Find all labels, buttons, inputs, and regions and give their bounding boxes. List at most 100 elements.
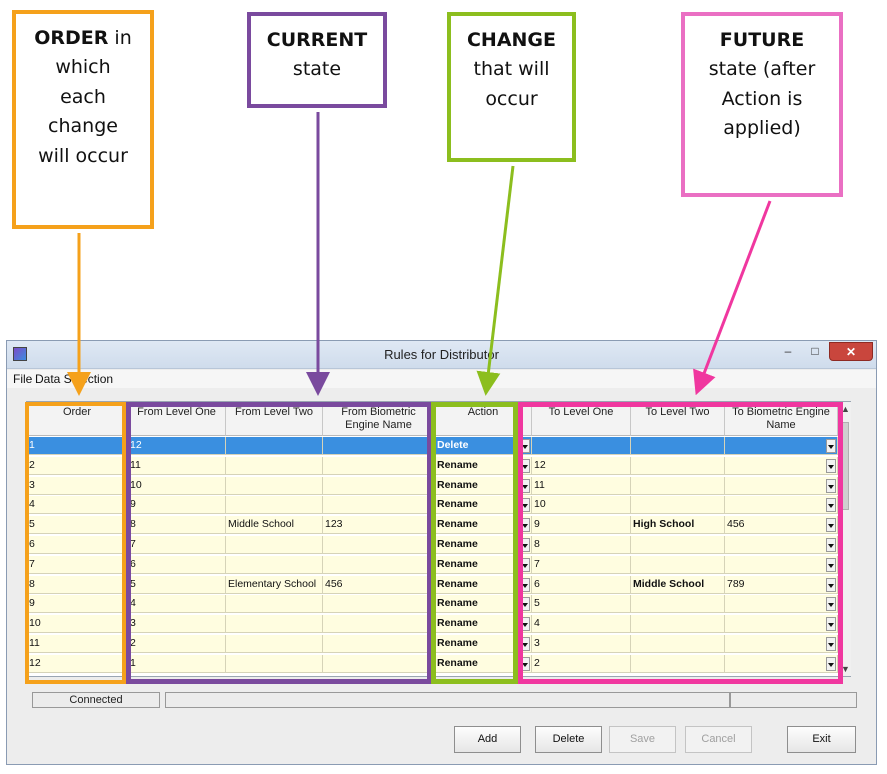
cell-from-level-one[interactable]: 1 <box>128 654 226 673</box>
cell-to-biometric[interactable]: 789 <box>725 575 838 594</box>
cell-from-biometric[interactable] <box>323 456 435 475</box>
cell-from-level-two[interactable] <box>226 476 323 495</box>
cell-from-level-one[interactable]: 2 <box>128 635 226 653</box>
cell-to-level-two[interactable] <box>631 595 725 614</box>
cell-from-level-one[interactable]: 7 <box>128 536 226 554</box>
cell-to-biometric[interactable] <box>725 654 838 673</box>
dropdown-arrow-icon[interactable] <box>826 656 836 671</box>
cell-order[interactable]: 12 <box>27 654 128 673</box>
cell-order[interactable]: 4 <box>27 496 128 515</box>
cell-from-level-two[interactable] <box>226 635 323 653</box>
cell-action[interactable]: Rename <box>435 615 532 634</box>
cell-from-level-one[interactable]: 4 <box>128 595 226 614</box>
delete-button[interactable]: Delete <box>535 726 602 753</box>
vertical-scrollbar[interactable]: ▲ ▼ <box>838 402 851 676</box>
cell-to-level-one[interactable]: 3 <box>532 635 631 653</box>
dropdown-arrow-icon[interactable] <box>520 518 530 533</box>
dropdown-arrow-icon[interactable] <box>826 538 836 552</box>
cell-to-biometric[interactable] <box>725 635 838 653</box>
col-header-action[interactable]: Action <box>435 402 532 436</box>
cell-from-biometric[interactable] <box>323 476 435 495</box>
cell-to-level-two[interactable] <box>631 536 725 554</box>
cell-to-biometric[interactable] <box>725 555 838 574</box>
cell-to-level-two[interactable] <box>631 456 725 475</box>
cell-action[interactable]: Rename <box>435 635 532 653</box>
cell-action[interactable]: Rename <box>435 654 532 673</box>
cell-to-level-one[interactable] <box>532 437 631 455</box>
cell-from-level-one[interactable]: 3 <box>128 615 226 634</box>
cell-action[interactable]: Rename <box>435 536 532 554</box>
cell-to-level-one[interactable]: 5 <box>532 595 631 614</box>
dropdown-arrow-icon[interactable] <box>520 617 530 632</box>
cell-to-level-one[interactable]: 8 <box>532 536 631 554</box>
cell-to-level-two[interactable] <box>631 555 725 574</box>
dropdown-arrow-icon[interactable] <box>826 458 836 473</box>
cell-action[interactable]: Rename <box>435 555 532 574</box>
dropdown-arrow-icon[interactable] <box>520 538 530 552</box>
cell-to-level-two[interactable] <box>631 496 725 515</box>
cell-to-level-one[interactable]: 9 <box>532 516 631 535</box>
cell-from-level-two[interactable] <box>226 615 323 634</box>
cell-action[interactable]: Rename <box>435 595 532 614</box>
cancel-button[interactable]: Cancel <box>685 726 752 753</box>
cell-from-biometric[interactable] <box>323 555 435 574</box>
dropdown-arrow-icon[interactable] <box>520 656 530 671</box>
dropdown-arrow-icon[interactable] <box>826 637 836 651</box>
cell-order[interactable]: 3 <box>27 476 128 495</box>
cell-to-level-two[interactable] <box>631 615 725 634</box>
col-header-from-level-one[interactable]: From Level One <box>128 402 226 436</box>
cell-to-level-two[interactable] <box>631 635 725 653</box>
col-header-to-level-one[interactable]: To Level One <box>532 402 631 436</box>
cell-to-level-two[interactable]: Middle School <box>631 575 725 594</box>
dropdown-arrow-icon[interactable] <box>826 597 836 612</box>
cell-order[interactable]: 6 <box>27 536 128 554</box>
cell-to-biometric[interactable] <box>725 536 838 554</box>
cell-action[interactable]: Delete <box>435 437 532 455</box>
cell-from-biometric[interactable] <box>323 654 435 673</box>
cell-from-biometric[interactable]: 456 <box>323 575 435 594</box>
cell-to-biometric[interactable] <box>725 496 838 515</box>
col-header-from-biometric[interactable]: From Biometric Engine Name <box>323 402 435 436</box>
cell-from-level-one[interactable]: 11 <box>128 456 226 475</box>
cell-from-biometric[interactable] <box>323 595 435 614</box>
cell-from-biometric[interactable] <box>323 437 435 455</box>
cell-from-level-two[interactable] <box>226 496 323 515</box>
cell-action[interactable]: Rename <box>435 456 532 475</box>
cell-to-level-one[interactable]: 10 <box>532 496 631 515</box>
col-header-order[interactable]: Order <box>27 402 128 436</box>
cell-action[interactable]: Rename <box>435 575 532 594</box>
cell-order[interactable]: 1 <box>27 437 128 455</box>
add-button[interactable]: Add <box>454 726 521 753</box>
scroll-down-icon[interactable]: ▼ <box>841 664 850 674</box>
cell-action[interactable]: Rename <box>435 516 532 535</box>
dropdown-arrow-icon[interactable] <box>826 518 836 533</box>
cell-from-level-one[interactable]: 8 <box>128 516 226 535</box>
cell-to-biometric[interactable] <box>725 476 838 495</box>
cell-from-level-one[interactable]: 9 <box>128 496 226 515</box>
cell-order[interactable]: 7 <box>27 555 128 574</box>
cell-from-level-two[interactable]: Elementary School <box>226 575 323 594</box>
cell-to-biometric[interactable] <box>725 456 838 475</box>
dropdown-arrow-icon[interactable] <box>520 597 530 612</box>
cell-from-level-two[interactable] <box>226 456 323 475</box>
cell-to-level-two[interactable] <box>631 437 725 455</box>
cell-from-level-one[interactable]: 6 <box>128 555 226 574</box>
cell-order[interactable]: 11 <box>27 635 128 653</box>
dropdown-arrow-icon[interactable] <box>520 439 530 453</box>
menu-data-selection[interactable]: Data Selection <box>35 372 113 386</box>
dropdown-arrow-icon[interactable] <box>520 498 530 513</box>
cell-to-level-one[interactable]: 11 <box>532 476 631 495</box>
dropdown-arrow-icon[interactable] <box>520 577 530 592</box>
cell-to-biometric[interactable]: 456 <box>725 516 838 535</box>
cell-to-level-one[interactable]: 6 <box>532 575 631 594</box>
cell-from-biometric[interactable] <box>323 615 435 634</box>
cell-to-level-two[interactable]: High School <box>631 516 725 535</box>
dropdown-arrow-icon[interactable] <box>826 439 836 453</box>
cell-from-level-two[interactable] <box>226 595 323 614</box>
cell-order[interactable]: 5 <box>27 516 128 535</box>
cell-to-biometric[interactable] <box>725 615 838 634</box>
dropdown-arrow-icon[interactable] <box>520 637 530 651</box>
dropdown-arrow-icon[interactable] <box>826 557 836 572</box>
cell-order[interactable]: 8 <box>27 575 128 594</box>
col-header-to-level-two[interactable]: To Level Two <box>631 402 725 436</box>
